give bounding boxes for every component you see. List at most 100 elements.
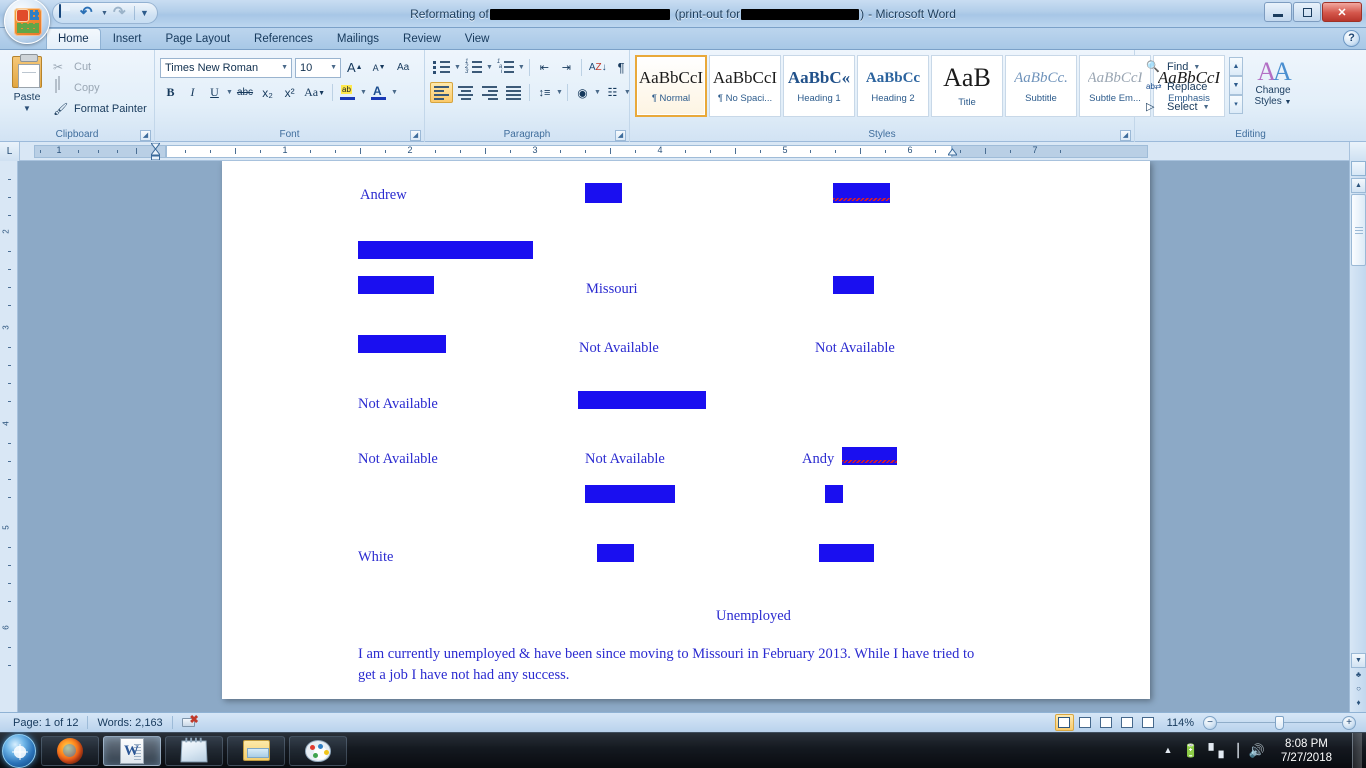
clock[interactable]: 8:08 PM 7/27/2018 (1275, 737, 1338, 765)
tab-references[interactable]: References (242, 28, 325, 49)
chevron-down-icon[interactable]: ▼ (1193, 64, 1200, 71)
text-highlight-button[interactable]: ab (337, 82, 359, 103)
shading-button[interactable]: ◉ (572, 82, 593, 103)
vertical-scrollbar[interactable]: ▲ ▼ ♣ ○ ♦ (1349, 161, 1366, 712)
bullets-button[interactable] (430, 57, 453, 78)
subscript-button[interactable]: x₂ (257, 82, 278, 103)
split-document-button[interactable] (1351, 161, 1366, 176)
superscript-button[interactable]: x² (279, 82, 300, 103)
justify-button[interactable] (502, 82, 525, 103)
find-button[interactable]: 🔍 Find ▼ (1146, 57, 1200, 77)
font-dialog-launcher[interactable]: ◢ (410, 130, 421, 141)
strikethrough-button[interactable]: abc (234, 82, 256, 103)
network-icon[interactable]: ▘▖▕ (1209, 744, 1239, 757)
clipboard-dialog-launcher[interactable]: ◢ (140, 130, 151, 141)
word-count[interactable]: Words: 2,163 (88, 714, 171, 732)
underline-dropdown-icon[interactable]: ▼ (226, 89, 233, 96)
view-full-screen-reading-button[interactable] (1076, 714, 1095, 731)
style-heading-2[interactable]: AaBbCc Heading 2 (857, 55, 929, 117)
next-page-button[interactable]: ♦ (1352, 697, 1365, 710)
undo-dropdown-icon[interactable]: ▼ (101, 10, 108, 17)
select-button[interactable]: ▷ Select ▼ (1146, 97, 1210, 117)
zoom-slider[interactable]: − + (1203, 715, 1356, 730)
font-color-dropdown-icon[interactable]: ▼ (391, 89, 398, 96)
font-size-combo[interactable]: 10 ▼ (295, 57, 341, 78)
chevron-down-icon[interactable]: ▼ (140, 8, 149, 18)
multilevel-list-button[interactable]: 1ai (494, 57, 517, 78)
scroll-up-button[interactable]: ▲ (1351, 178, 1366, 193)
start-button[interactable] (2, 733, 36, 768)
zoom-in-button[interactable]: + (1342, 715, 1356, 730)
vertical-ruler[interactable]: 2 3 4 5 6 (0, 161, 18, 712)
align-center-button[interactable] (454, 82, 477, 103)
tab-page-layout[interactable]: Page Layout (153, 28, 242, 49)
highlight-dropdown-icon[interactable]: ▼ (360, 89, 367, 96)
line-spacing-dropdown-icon[interactable]: ▼ (556, 89, 563, 96)
undo-icon[interactable]: ↶ (80, 5, 96, 21)
scrollbar-thumb[interactable] (1351, 194, 1366, 266)
format-painter-button[interactable]: 🖌 Format Painter (53, 99, 147, 118)
close-button[interactable]: ✕ (1322, 2, 1362, 22)
italic-button[interactable]: I (182, 82, 203, 103)
increase-indent-button[interactable]: ⇥ (556, 57, 577, 78)
taskbar-item-firefox[interactable] (41, 735, 99, 766)
shrink-font-button[interactable]: A ▼ (369, 57, 390, 78)
bullets-dropdown-icon[interactable]: ▼ (454, 64, 461, 71)
chevron-down-icon[interactable]: ▼ (23, 104, 31, 113)
document-page[interactable]: Andrew Missouri Not Available Not Available… (222, 161, 1150, 699)
style-title[interactable]: AaB Title (931, 55, 1003, 117)
font-color-button[interactable]: A (368, 82, 390, 103)
zoom-out-button[interactable]: − (1203, 715, 1217, 730)
shading-dropdown-icon[interactable]: ▼ (594, 89, 601, 96)
view-draft-button[interactable] (1139, 714, 1158, 731)
document-content[interactable]: Andrew Missouri Not Available Not Available… (222, 161, 1150, 699)
battery-icon[interactable]: 🔋 (1182, 744, 1198, 757)
tab-review[interactable]: Review (391, 28, 453, 49)
view-web-layout-button[interactable] (1097, 714, 1116, 731)
view-outline-button[interactable] (1118, 714, 1137, 731)
style-no-spacing[interactable]: AaBbCcI ¶ No Spaci... (709, 55, 781, 117)
zoom-slider-handle[interactable] (1275, 715, 1284, 730)
paste-button[interactable]: Paste ▼ (5, 53, 49, 113)
align-right-button[interactable] (478, 82, 501, 103)
previous-page-button[interactable]: ♣ (1352, 669, 1365, 682)
first-line-indent-marker[interactable] (150, 142, 161, 160)
redo-icon[interactable]: ↷ (113, 5, 129, 21)
borders-button[interactable]: ☷ (602, 82, 623, 103)
replace-button[interactable]: ab⇄ Replace (1146, 77, 1207, 97)
font-name-combo[interactable]: Times New Roman ▼ (160, 57, 292, 78)
show-formatting-marks-button[interactable]: ¶ (611, 57, 632, 78)
select-browse-object-button[interactable]: ○ (1352, 683, 1365, 696)
page-indicator[interactable]: Page: 1 of 12 (4, 714, 87, 732)
multilevel-dropdown-icon[interactable]: ▼ (518, 64, 525, 71)
save-icon[interactable] (59, 4, 75, 21)
zoom-level-label[interactable]: 114% (1160, 717, 1201, 729)
taskbar-item-notepad[interactable] (165, 735, 223, 766)
minimize-button[interactable] (1264, 2, 1292, 22)
show-hidden-icons-icon[interactable]: ▲ (1164, 744, 1173, 757)
paragraph-dialog-launcher[interactable]: ◢ (615, 130, 626, 141)
cut-button[interactable]: ✂ Cut (53, 57, 147, 76)
style-heading-1[interactable]: AaBbC« Heading 1 (783, 55, 855, 117)
volume-icon[interactable]: 🔊 (1249, 744, 1265, 757)
numbering-dropdown-icon[interactable]: ▼ (486, 64, 493, 71)
sort-button[interactable]: AZ↓ (586, 57, 610, 78)
view-print-layout-button[interactable] (1054, 714, 1074, 731)
office-button[interactable] (4, 0, 50, 44)
decrease-indent-button[interactable]: ⇤ (534, 57, 555, 78)
numbering-button[interactable]: 123 (462, 57, 485, 78)
tab-mailings[interactable]: Mailings (325, 28, 391, 49)
clear-formatting-button[interactable]: Aa (393, 57, 414, 78)
styles-dialog-launcher[interactable]: ◢ (1120, 130, 1131, 141)
taskbar-item-paint[interactable] (289, 735, 347, 766)
underline-button[interactable]: U (204, 82, 225, 103)
grow-font-button[interactable]: A ▲ (344, 57, 366, 78)
copy-button[interactable]: Copy (53, 78, 147, 97)
tab-stop-selector[interactable]: L (0, 141, 20, 161)
proofing-status[interactable]: ✖ (173, 714, 207, 732)
tab-insert[interactable]: Insert (101, 28, 154, 49)
line-spacing-button[interactable]: ↕≡ (534, 82, 555, 103)
style-subtitle[interactable]: AaBbCc. Subtitle (1005, 55, 1077, 117)
taskbar-item-explorer[interactable] (227, 735, 285, 766)
bold-button[interactable]: B (160, 82, 181, 103)
